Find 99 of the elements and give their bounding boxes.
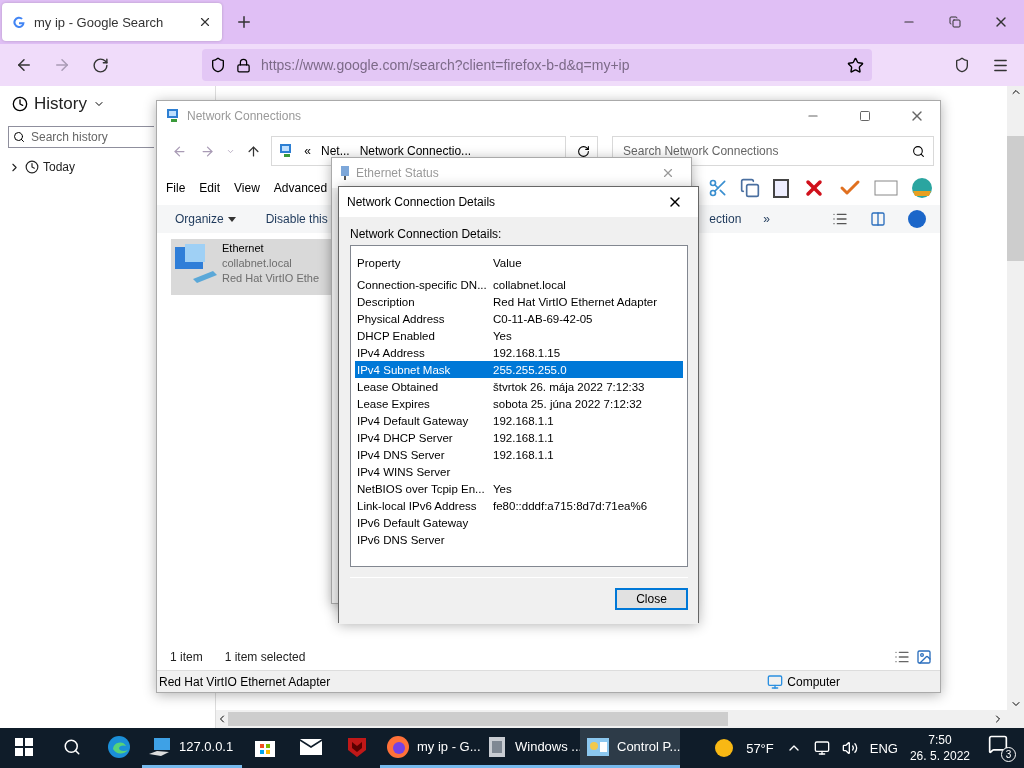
restore-icon[interactable] <box>949 16 961 28</box>
clock-icon <box>25 160 39 174</box>
shield-icon <box>210 57 226 73</box>
menu-item[interactable]: View <box>234 181 260 195</box>
list-label: Network Connection Details: <box>350 227 502 241</box>
location-text: Computer <box>787 674 840 689</box>
control-panel-icon <box>586 736 610 757</box>
details-row[interactable]: Lease Expires sobota 25. júna 2022 7:12:32 <box>355 395 683 412</box>
shield-icon[interactable] <box>347 735 367 758</box>
language-indicator[interactable]: ENG <box>869 740 898 756</box>
search-field[interactable]: Search Network Connections <box>621 143 912 159</box>
vertical-scrollbar[interactable] <box>1007 86 1024 710</box>
details-row[interactable]: IPv4 WINS Server <box>355 463 683 480</box>
taskbar-app[interactable]: 127.0.0.1 <box>142 728 242 768</box>
details-row[interactable]: NetBIOS over Tcpip En... Yes <box>355 480 683 497</box>
search-icon[interactable] <box>912 144 925 158</box>
clipboard-icon[interactable] <box>772 177 790 199</box>
browser-tab[interactable]: my ip - Google Search <box>2 3 222 41</box>
status-text: 1 item <box>170 650 203 664</box>
details-row[interactable]: Lease Obtained štvrtok 26. mája 2022 7:12:33 <box>355 378 683 395</box>
more-commands-button[interactable]: » <box>763 212 770 226</box>
forward-icon[interactable] <box>200 143 216 159</box>
windows-start-icon[interactable] <box>15 737 33 756</box>
details-row[interactable]: IPv4 DNS Server 192.168.1.1 <box>355 446 683 463</box>
scroll-thumb[interactable] <box>1007 136 1024 261</box>
search-box[interactable]: Search history <box>8 126 154 148</box>
computer-icon <box>148 735 172 758</box>
organize-button[interactable]: Organize <box>175 212 236 226</box>
taskbar-app[interactable]: Control P... <box>580 728 680 768</box>
command-button[interactable]: ection <box>709 212 742 226</box>
menu-item[interactable]: Advanced <box>273 181 328 195</box>
google-icon <box>12 15 26 29</box>
notifications-icon[interactable] <box>988 734 1008 754</box>
sun-icon[interactable] <box>714 738 735 758</box>
globe-icon[interactable] <box>910 177 934 199</box>
scissors-icon[interactable] <box>708 178 728 198</box>
mail-icon[interactable] <box>299 737 323 756</box>
network-adapter-item[interactable]: Ethernet collabnet.local Red Hat VirtIO Ethe <box>171 239 332 295</box>
sidebar-title[interactable]: History <box>34 94 87 114</box>
window-title: Ethernet Status <box>356 166 440 180</box>
status-text: 1 item selected <box>224 650 306 664</box>
details-row[interactable]: IPv6 DNS Server <box>355 531 683 548</box>
search-icon[interactable] <box>63 737 81 756</box>
dialog-title: Network Connection Details <box>347 195 497 209</box>
close-dialog-button[interactable]: Close <box>615 588 688 610</box>
preview-pane-icon[interactable] <box>870 211 886 227</box>
volume-icon[interactable] <box>841 740 858 756</box>
adapter-description: Red Hat VirtIO Ethernet Adapter <box>159 674 331 689</box>
details-row[interactable]: IPv4 Subnet Mask 255.255.255.0 <box>355 361 683 378</box>
edge-icon[interactable] <box>107 734 131 759</box>
adapter-detail: Red Hat VirtIO Ethe <box>222 271 319 286</box>
close-icon[interactable] <box>198 15 212 29</box>
horizontal-scrollbar[interactable] <box>216 710 1024 728</box>
reload-icon[interactable] <box>91 56 109 74</box>
details-row[interactable]: Link-local IPv6 Address fe80::dddf:a715:8d7d:71ea%6 <box>355 497 683 514</box>
details-row[interactable]: IPv4 Default Gateway 192.168.1.1 <box>355 412 683 429</box>
details-row[interactable]: IPv4 DHCP Server 192.168.1.1 <box>355 429 683 446</box>
history-item[interactable]: Today <box>43 160 76 174</box>
details-row[interactable]: IPv4 Address 192.168.1.15 <box>355 344 683 361</box>
details-view-icon[interactable] <box>894 649 910 665</box>
lock-icon <box>236 57 251 73</box>
copy-icon[interactable] <box>740 178 760 198</box>
column-header[interactable]: Value <box>493 257 683 269</box>
details-row[interactable]: IPv6 Default Gateway <box>355 514 683 531</box>
network-folder-icon <box>165 108 181 124</box>
adapter-detail: collabnet.local <box>222 256 292 271</box>
back-icon[interactable] <box>15 56 33 74</box>
adapter-name: Ethernet <box>222 241 264 256</box>
refresh-icon[interactable] <box>576 144 590 158</box>
window-title: Network Connections <box>187 109 303 123</box>
star-icon[interactable] <box>847 56 864 74</box>
column-header[interactable]: Property <box>357 257 493 269</box>
caret-icon[interactable] <box>227 216 236 222</box>
adapter-icon <box>340 165 350 181</box>
command-button[interactable]: Disable this <box>265 212 328 226</box>
scroll-thumb[interactable] <box>228 712 728 726</box>
search-field[interactable]: Search history <box>29 129 150 145</box>
details-row[interactable]: Connection-specific DN... collabnet.local <box>355 276 683 293</box>
search-icon <box>13 131 25 143</box>
clock-icon <box>12 96 28 112</box>
computer-icon <box>767 673 784 690</box>
firefox-icon <box>386 734 410 759</box>
menu-item[interactable]: Edit <box>199 181 221 195</box>
taskbar-app[interactable]: my ip - G... <box>380 728 480 768</box>
notification-count[interactable]: 3 <box>1001 747 1016 762</box>
weather-text[interactable]: 57°F <box>746 740 774 756</box>
details-row[interactable]: DHCP Enabled Yes <box>355 327 683 344</box>
up-icon[interactable] <box>245 143 261 159</box>
view-options-icon[interactable] <box>832 211 848 227</box>
tab-title: my ip - Google Search <box>34 14 165 30</box>
details-row[interactable]: Description Red Hat VirtIO Ethernet Adapter <box>355 293 683 310</box>
network-icon[interactable] <box>813 740 830 756</box>
new-tab-icon[interactable] <box>235 13 253 31</box>
clock[interactable]: 7:50 26. 5. 2022 <box>909 732 970 764</box>
maximize-icon[interactable] <box>859 110 871 122</box>
details-row[interactable]: Physical Address C0-11-AB-69-42-05 <box>355 310 683 327</box>
url-text: https://www.google.com/search?client=firefox-b-d&q=my+ip <box>261 57 631 73</box>
menu-item[interactable]: File <box>166 181 186 195</box>
large-icons-view-icon[interactable] <box>916 649 932 665</box>
